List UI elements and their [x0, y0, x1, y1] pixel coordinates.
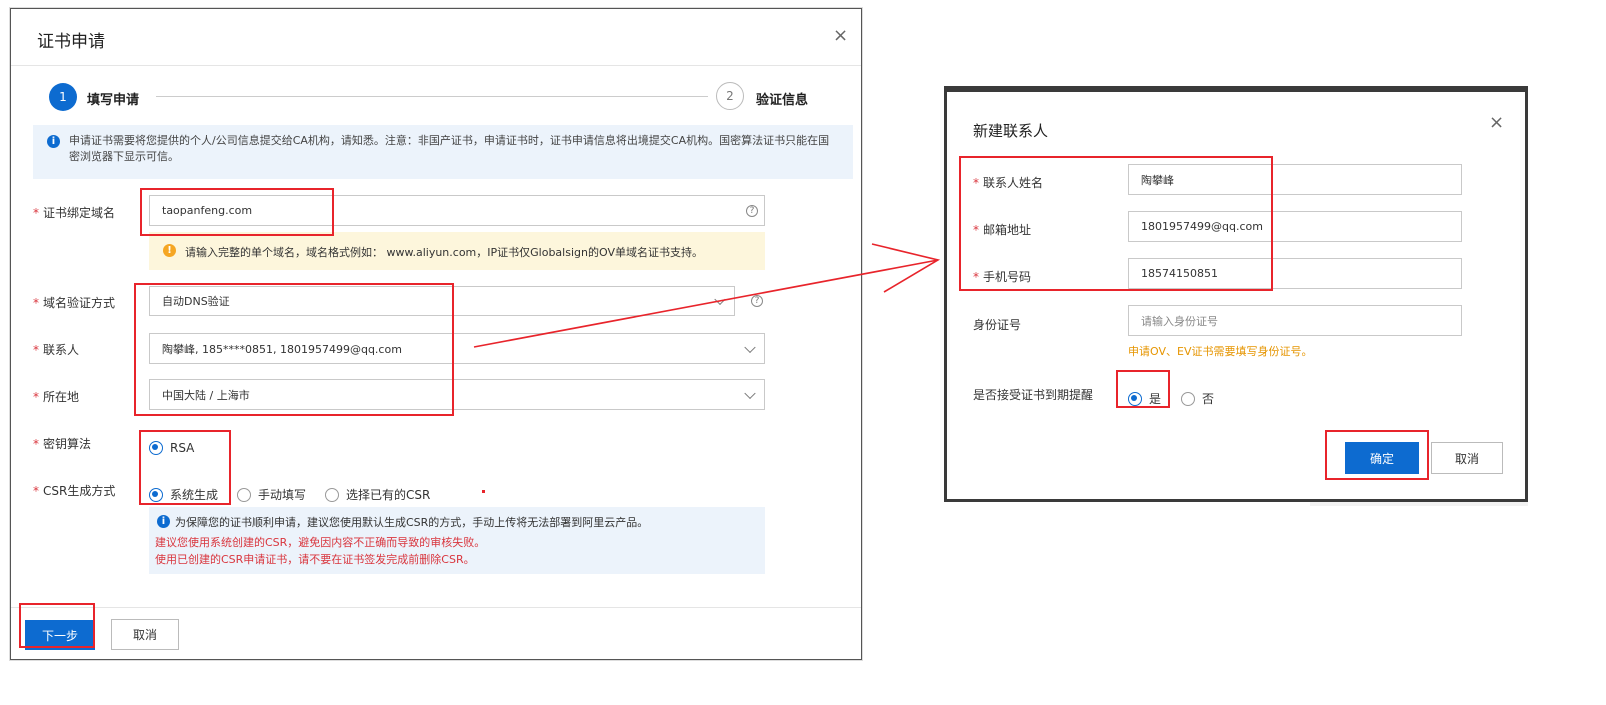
step-2-label: 验证信息: [756, 93, 809, 108]
annotation-box-reminder: [1116, 370, 1170, 408]
footer-divider: [11, 607, 861, 608]
help-icon[interactable]: ?: [746, 205, 758, 217]
csr-warning-1: 建议您使用系统创建的CSR，避免因内容不正确而导致的审核失败。: [155, 536, 486, 549]
key-algorithm-label: * 密钥算法: [33, 437, 92, 451]
dialog-title: 新建联系人: [973, 122, 1049, 140]
id-card-input[interactable]: 请输入身份证号: [1128, 305, 1462, 336]
id-card-hint: 申请OV、EV证书需要填写身份证号。: [1128, 345, 1313, 358]
annotation-box-selects: [134, 283, 454, 416]
annotation-arrow: [473, 243, 941, 348]
cancel-button[interactable]: 取消: [1431, 442, 1503, 474]
step-connector: [156, 96, 708, 97]
close-icon[interactable]: ×: [1489, 114, 1504, 132]
reminder-label: 是否接受证书到期提醒: [973, 388, 1094, 402]
notice-banner: i 申请证书需要将您提供的个人/公司信息提交给CA机构，请知悉。注意：非国产证书…: [33, 125, 853, 179]
step-1-indicator: 1: [49, 83, 77, 111]
reminder-no-radio[interactable]: 否: [1181, 388, 1214, 407]
location-label: * 所在地: [33, 390, 80, 404]
id-card-label: 身份证号: [973, 318, 1022, 332]
csr-info-box: i 为保障您的证书顺利申请，建议您使用默认生成CSR的方式，手动上传将无法部署到…: [149, 507, 765, 574]
domain-label: * 证书绑定域名: [33, 206, 116, 220]
csr-existing-radio[interactable]: 选择已有的CSR: [325, 484, 430, 503]
cancel-button[interactable]: 取消: [111, 619, 179, 650]
notice-text: 申请证书需要将您提供的个人/公司信息提交给CA机构，请知悉。注意：非国产证书，申…: [69, 134, 830, 163]
annotation-box-confirm: [1325, 430, 1429, 480]
step-1-label: 填写申请: [87, 93, 140, 108]
csr-warning-2: 使用已创建的CSR申请证书，请不要在证书签发完成前删除CSR。: [155, 553, 475, 566]
chevron-down-icon: [744, 387, 756, 399]
radio-unselected-icon[interactable]: [325, 487, 339, 502]
annotation-dot: [482, 490, 485, 493]
annotation-box-next: [19, 603, 95, 648]
warning-icon: !: [163, 244, 176, 257]
dialog-title: 证书申请: [37, 32, 105, 52]
info-icon: i: [47, 135, 60, 148]
close-icon[interactable]: ×: [833, 27, 848, 45]
csr-info-text: 为保障您的证书顺利申请，建议您使用默认生成CSR的方式，手动上传将无法部署到阿里…: [175, 516, 649, 529]
header-divider: [11, 65, 861, 66]
info-icon: i: [157, 515, 170, 528]
csr-method-label: * CSR生成方式: [33, 484, 116, 498]
annotation-box-contact-fields: [959, 156, 1273, 291]
radio-unselected-icon[interactable]: [237, 487, 251, 502]
step-2-indicator: 2: [716, 82, 744, 110]
annotation-box-radios: [139, 430, 231, 505]
annotation-box-domain: [140, 188, 334, 236]
new-contact-dialog: 新建联系人 × * 联系人姓名 陶攀峰 * 邮箱地址 1801957499@qq.c…: [944, 86, 1528, 502]
radio-unselected-icon[interactable]: [1181, 391, 1195, 406]
verify-method-label: * 域名验证方式: [33, 296, 116, 310]
csr-manual-radio[interactable]: 手动填写: [237, 484, 306, 503]
contact-label: * 联系人: [33, 343, 80, 357]
